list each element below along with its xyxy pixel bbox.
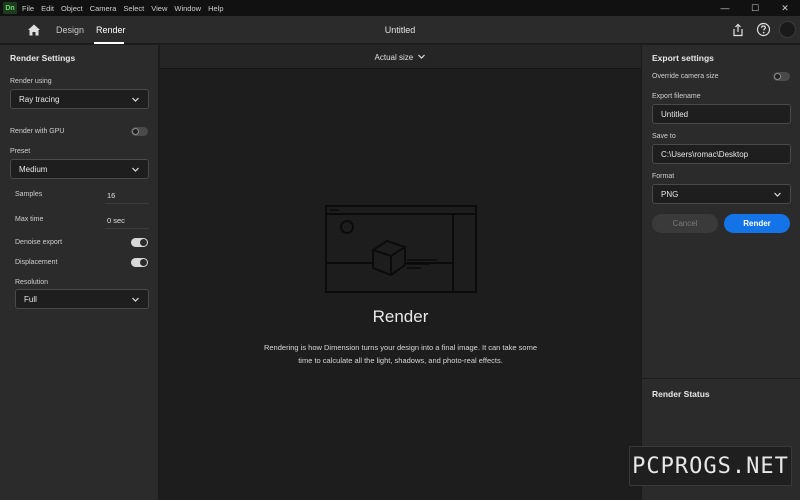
save-to-label: Save to <box>652 133 676 140</box>
tab-render[interactable]: Render <box>96 25 126 35</box>
render-status-divider <box>642 378 800 379</box>
menu-select[interactable]: Select <box>123 4 144 13</box>
chevron-down-icon <box>132 97 139 102</box>
export-filename-field[interactable]: Untitled <box>652 104 791 124</box>
toggle-knob <box>140 239 147 246</box>
render-using-value: Ray tracing <box>19 95 60 104</box>
render-using-label: Render using <box>10 78 52 85</box>
save-to-value: C:\Users\romac\Desktop <box>661 150 749 159</box>
resolution-label: Resolution <box>15 279 49 286</box>
toggle-knob <box>140 259 147 266</box>
format-dropdown[interactable]: PNG <box>652 184 791 204</box>
render-using-dropdown[interactable]: Ray tracing <box>10 89 149 109</box>
home-icon <box>28 24 40 36</box>
menu-view[interactable]: View <box>151 4 167 13</box>
render-description: Rendering is how Dimension turns your de… <box>263 343 538 365</box>
minimize-button[interactable]: — <box>710 0 740 16</box>
max-time-label: Max time <box>15 216 44 223</box>
chevron-down-icon <box>132 167 139 172</box>
max-time-underline <box>105 228 149 229</box>
override-camera-label: Override camera size <box>652 73 719 80</box>
user-avatar[interactable] <box>779 21 796 38</box>
toggle-knob <box>774 73 781 80</box>
zoom-label: Actual size <box>374 53 414 62</box>
export-settings-title: Export settings <box>652 53 714 63</box>
displacement-label: Displacement <box>15 259 58 266</box>
watermark: PCPROGS.NET <box>629 446 792 486</box>
chevron-down-icon <box>418 54 426 59</box>
chevron-down-icon <box>132 297 139 302</box>
active-tab-indicator <box>94 42 124 44</box>
render-settings-panel: Render Settings Render using Ray tracing… <box>0 45 159 500</box>
samples-label: Samples <box>15 191 43 198</box>
resolution-value: Full <box>24 295 37 304</box>
override-camera-toggle[interactable] <box>773 72 790 81</box>
render-heading: Render <box>372 307 429 326</box>
render-status-title: Render Status <box>652 389 710 399</box>
resolution-dropdown[interactable]: Full <box>15 289 149 309</box>
zoom-bar: Actual size <box>160 45 641 69</box>
save-to-field[interactable]: C:\Users\romac\Desktop <box>652 144 791 164</box>
toggle-knob <box>132 128 139 135</box>
samples-value[interactable]: 16 <box>107 191 115 200</box>
help-icon <box>756 22 771 37</box>
samples-underline <box>105 203 149 204</box>
menu-window[interactable]: Window <box>174 4 201 13</box>
chevron-down-icon <box>774 192 781 197</box>
cancel-button[interactable]: Cancel <box>652 214 718 233</box>
window-controls: — ☐ ✕ <box>710 0 800 16</box>
render-button[interactable]: Render <box>724 214 790 233</box>
share-icon <box>733 23 743 37</box>
menu-camera[interactable]: Camera <box>90 4 117 13</box>
displacement-toggle[interactable] <box>131 258 148 267</box>
home-button[interactable] <box>26 22 42 38</box>
preset-value: Medium <box>19 165 48 174</box>
render-gpu-toggle[interactable] <box>131 127 148 136</box>
menu-bar: Dn File Edit Object Camera Select View W… <box>0 0 800 16</box>
render-canvas: Actual size Render Rendering is how Dime… <box>160 45 641 500</box>
zoom-select[interactable]: Actual size <box>160 52 641 62</box>
close-button[interactable]: ✕ <box>770 0 800 16</box>
format-label: Format <box>652 173 675 180</box>
export-filename-label: Export filename <box>652 93 701 100</box>
preset-label: Preset <box>10 148 31 155</box>
menu-help[interactable]: Help <box>208 4 223 13</box>
max-time-value[interactable]: 0 sec <box>107 216 125 225</box>
app-logo: Dn <box>3 2 17 14</box>
denoise-toggle[interactable] <box>131 238 148 247</box>
help-button[interactable] <box>756 22 771 37</box>
preset-dropdown[interactable]: Medium <box>10 159 149 179</box>
render-gpu-label: Render with GPU <box>10 128 65 135</box>
render-settings-title: Render Settings <box>10 53 76 63</box>
denoise-label: Denoise export <box>15 239 63 246</box>
tab-design[interactable]: Design <box>56 25 84 35</box>
export-settings-panel: Export settings Override camera size Exp… <box>641 45 800 500</box>
format-value: PNG <box>661 190 679 199</box>
share-button[interactable] <box>731 23 745 37</box>
export-filename-value: Untitled <box>661 110 689 119</box>
render-illustration-icon <box>325 205 477 293</box>
app-header: Design Render Untitled <box>0 16 800 44</box>
maximize-button[interactable]: ☐ <box>740 0 770 16</box>
menu-object[interactable]: Object <box>61 4 83 13</box>
menu-file[interactable]: File <box>22 4 34 13</box>
menu-edit[interactable]: Edit <box>41 4 54 13</box>
